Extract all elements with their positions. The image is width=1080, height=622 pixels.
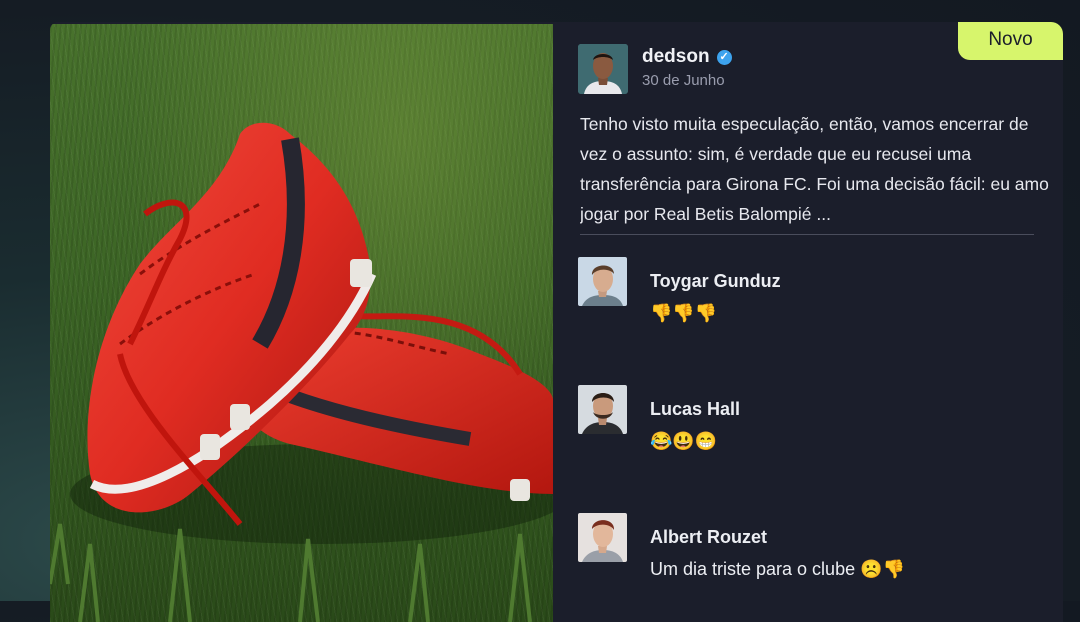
- post-date: 30 de Junho: [642, 72, 725, 89]
- comment: Lucas Hall 😂😃😁: [578, 385, 1018, 465]
- verified-icon: ✓: [716, 49, 732, 65]
- comment-avatar[interactable]: [578, 513, 627, 562]
- comment-text: Um dia triste para o clube ☹️👎: [650, 559, 905, 579]
- comment-avatar[interactable]: [578, 257, 627, 306]
- social-post-card: Novo dedson ✓ 30 de Junho Tenho visto mu…: [50, 22, 1063, 622]
- post-author-avatar[interactable]: [578, 44, 628, 94]
- divider: [580, 234, 1034, 235]
- comment-text: 👎👎👎: [650, 303, 718, 323]
- player-portrait-icon: [578, 385, 627, 434]
- comment-author[interactable]: Toygar Gunduz: [650, 271, 781, 292]
- post-author-name: dedson: [642, 46, 710, 67]
- comment-text: 😂😃😁: [650, 431, 718, 451]
- comment-author[interactable]: Lucas Hall: [650, 399, 740, 420]
- post-text[interactable]: Tenho visto muita especulação, então, va…: [580, 109, 1058, 229]
- comment: Albert Rouzet Um dia triste para o clube…: [578, 513, 1018, 593]
- comment-author[interactable]: Albert Rouzet: [650, 527, 767, 548]
- player-portrait-icon: [578, 513, 627, 562]
- post-photo: [50, 24, 553, 622]
- player-portrait-icon: [578, 44, 628, 94]
- comment-avatar[interactable]: [578, 385, 627, 434]
- player-portrait-icon: [578, 257, 627, 306]
- red-boots-image: [50, 122, 553, 622]
- comment: Toygar Gunduz 👎👎👎: [578, 257, 1018, 337]
- post-author[interactable]: dedson ✓: [642, 46, 732, 68]
- new-badge: Novo: [958, 22, 1063, 60]
